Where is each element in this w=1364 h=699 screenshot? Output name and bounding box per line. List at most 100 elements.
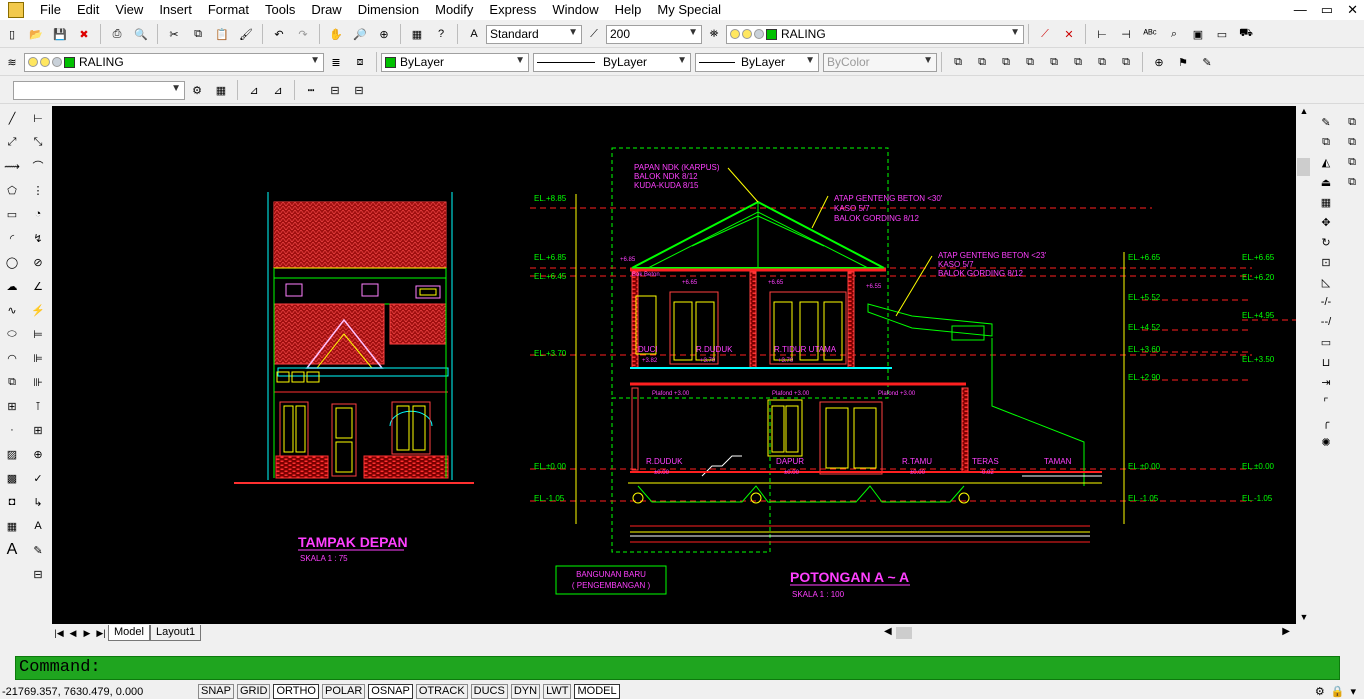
first-tab-icon[interactable]: |◀	[52, 626, 66, 640]
dim-tool-1-icon[interactable]: ┅	[301, 80, 321, 100]
menu-modify[interactable]: Modify	[427, 0, 481, 20]
polygon-icon[interactable]: ⬠	[2, 180, 22, 200]
prop-tool-1-icon[interactable]: ⧉	[1342, 112, 1362, 132]
menu-view[interactable]: View	[107, 0, 151, 20]
ellipse-arc-icon[interactable]: ◠	[2, 348, 22, 368]
ucs-icon[interactable]: ⊿	[244, 80, 264, 100]
dim-arc-icon[interactable]: ⌒	[28, 156, 48, 176]
gradient-icon[interactable]: ▩	[2, 468, 22, 488]
insert-block-icon[interactable]: ⧉	[2, 372, 22, 392]
menu-file[interactable]: File	[32, 0, 69, 20]
arc-icon[interactable]: ◜	[2, 228, 22, 248]
dim-space-icon[interactable]: ⊟	[28, 564, 48, 584]
scale-icon[interactable]: ⊡	[1316, 252, 1336, 272]
status-toggle-osnap[interactable]: OSNAP	[368, 684, 413, 699]
comm-center-icon[interactable]: ⚙	[1315, 685, 1325, 698]
tab-model[interactable]: Model	[108, 625, 150, 641]
cut-icon[interactable]: ✂	[164, 24, 184, 44]
text-style-select[interactable]: Standard ▼	[486, 24, 582, 44]
erase-icon[interactable]: ✕	[1059, 24, 1079, 44]
dim-linear-icon[interactable]: ⊢	[28, 108, 48, 128]
dim-tool-2-icon[interactable]: ⊟	[325, 80, 345, 100]
next-tab-icon[interactable]: ▶	[80, 626, 94, 640]
spline-icon[interactable]: ∿	[2, 300, 22, 320]
menu-format[interactable]: Format	[200, 0, 257, 20]
layer-tool-4-icon[interactable]: ⧉	[1020, 52, 1040, 72]
linetype-select[interactable]: ByLayer ▼	[533, 52, 691, 72]
help-icon[interactable]: ?	[431, 24, 451, 44]
dim-ordinate-icon[interactable]: ⋮	[28, 180, 48, 200]
layer-select[interactable]: RALING ▼	[24, 52, 324, 72]
copy-tool-icon[interactable]: ⧉	[1316, 132, 1336, 152]
status-toggle-snap[interactable]: SNAP	[198, 684, 234, 699]
hscroll-thumb[interactable]	[896, 627, 912, 639]
layer-tool-2-icon[interactable]: ⧉	[972, 52, 992, 72]
array-icon[interactable]: ▦	[1316, 192, 1336, 212]
erase-tool-icon[interactable]: ✎	[1316, 112, 1336, 132]
image-icon[interactable]: ▣	[1188, 24, 1208, 44]
redo-icon[interactable]: ↷	[293, 24, 313, 44]
properties-icon[interactable]: ▦	[407, 24, 427, 44]
dim-style-select[interactable]: 200 ▼	[606, 24, 702, 44]
dim-radius-icon[interactable]: ◔	[28, 204, 48, 224]
scroll-thumb[interactable]	[1297, 158, 1310, 176]
zoom-extents-icon[interactable]: ⊕	[1149, 52, 1169, 72]
tray-settings-icon[interactable]: ▾	[1350, 685, 1356, 698]
status-toggle-dyn[interactable]: DYN	[510, 684, 541, 699]
named-view-select[interactable]: ▼	[13, 80, 185, 100]
line-icon[interactable]: ╱	[2, 108, 22, 128]
status-toggle-model[interactable]: MODEL	[574, 684, 620, 699]
layer-tool-7-icon[interactable]: ⧉	[1092, 52, 1112, 72]
line-edit-icon[interactable]: ⟋	[1035, 24, 1055, 44]
plot-preview-icon[interactable]: 🔍	[131, 24, 151, 44]
close-icon[interactable]: ✕	[1347, 2, 1358, 18]
pan-icon[interactable]: ✋	[326, 24, 346, 44]
menu-insert[interactable]: Insert	[151, 0, 200, 20]
layer-tool-5-icon[interactable]: ⧉	[1044, 52, 1064, 72]
plot-icon[interactable]: ⎙	[107, 24, 127, 44]
break-at-point-icon[interactable]: ⇥	[1316, 372, 1336, 392]
minimize-icon[interactable]: —	[1294, 2, 1307, 18]
dim-baseline-icon[interactable]: ⊨	[28, 324, 48, 344]
menu-my-special[interactable]: My Special	[649, 0, 729, 20]
revision-cloud-icon[interactable]: ☁	[2, 276, 22, 296]
spell-check-icon[interactable]: ᴬᴮᶜ	[1140, 24, 1160, 44]
undo-icon[interactable]: ↶	[269, 24, 289, 44]
restore-icon[interactable]: ▭	[1321, 2, 1333, 18]
explode-icon[interactable]: ✺	[1316, 432, 1336, 452]
rectangle-icon[interactable]: ▭	[2, 204, 22, 224]
join-icon[interactable]: ⊔	[1316, 352, 1336, 372]
trim-icon[interactable]: -/-	[1316, 292, 1336, 312]
quick-leader-icon[interactable]: ⊪	[28, 372, 48, 392]
menu-dimension[interactable]: Dimension	[350, 0, 427, 20]
make-layer-current-icon[interactable]: ≣	[326, 52, 346, 72]
scroll-left-icon[interactable]: ◀	[884, 626, 892, 637]
layer-tool-3-icon[interactable]: ⧉	[996, 52, 1016, 72]
dim-aligned-icon[interactable]: ⊣	[1116, 24, 1136, 44]
prop-tool-3-icon[interactable]: ⧉	[1342, 152, 1362, 172]
prop-tool-4-icon[interactable]: ⧉	[1342, 172, 1362, 192]
dim-override-icon[interactable]: ✎	[28, 540, 48, 560]
mtext-icon[interactable]: A	[2, 540, 22, 560]
polyline-icon[interactable]: ⟿	[2, 156, 22, 176]
layer-select-top[interactable]: RALING ▼	[726, 24, 1024, 44]
layer-manager-icon[interactable]: ⛯	[704, 24, 724, 44]
horizontal-scrollbar[interactable]: ◀ ▶	[880, 626, 1296, 640]
last-tab-icon[interactable]: ▶|	[94, 626, 108, 640]
flag-icon[interactable]: ⚑	[1173, 52, 1193, 72]
dim-continue-icon[interactable]: ⊫	[28, 348, 48, 368]
dim-jogged-icon[interactable]: ↯	[28, 228, 48, 248]
move-icon[interactable]: ✥	[1316, 212, 1336, 232]
status-toggle-polar[interactable]: POLAR	[322, 684, 366, 699]
status-toggle-otrack[interactable]: OTRACK	[415, 684, 468, 699]
close-drawing-icon[interactable]: ✖	[74, 24, 94, 44]
make-block-icon[interactable]: ⊞	[2, 396, 22, 416]
circle-icon[interactable]: ◯	[2, 252, 22, 272]
layer-tool-8-icon[interactable]: ⧉	[1116, 52, 1136, 72]
open-icon[interactable]: 📂	[26, 24, 46, 44]
menu-express[interactable]: Express	[481, 0, 544, 20]
view-grid-icon[interactable]: ▦	[211, 80, 231, 100]
break-icon[interactable]: ▭	[1316, 332, 1336, 352]
offset-icon[interactable]: ⏏	[1316, 172, 1336, 192]
prev-tab-icon[interactable]: ◀	[66, 626, 80, 640]
